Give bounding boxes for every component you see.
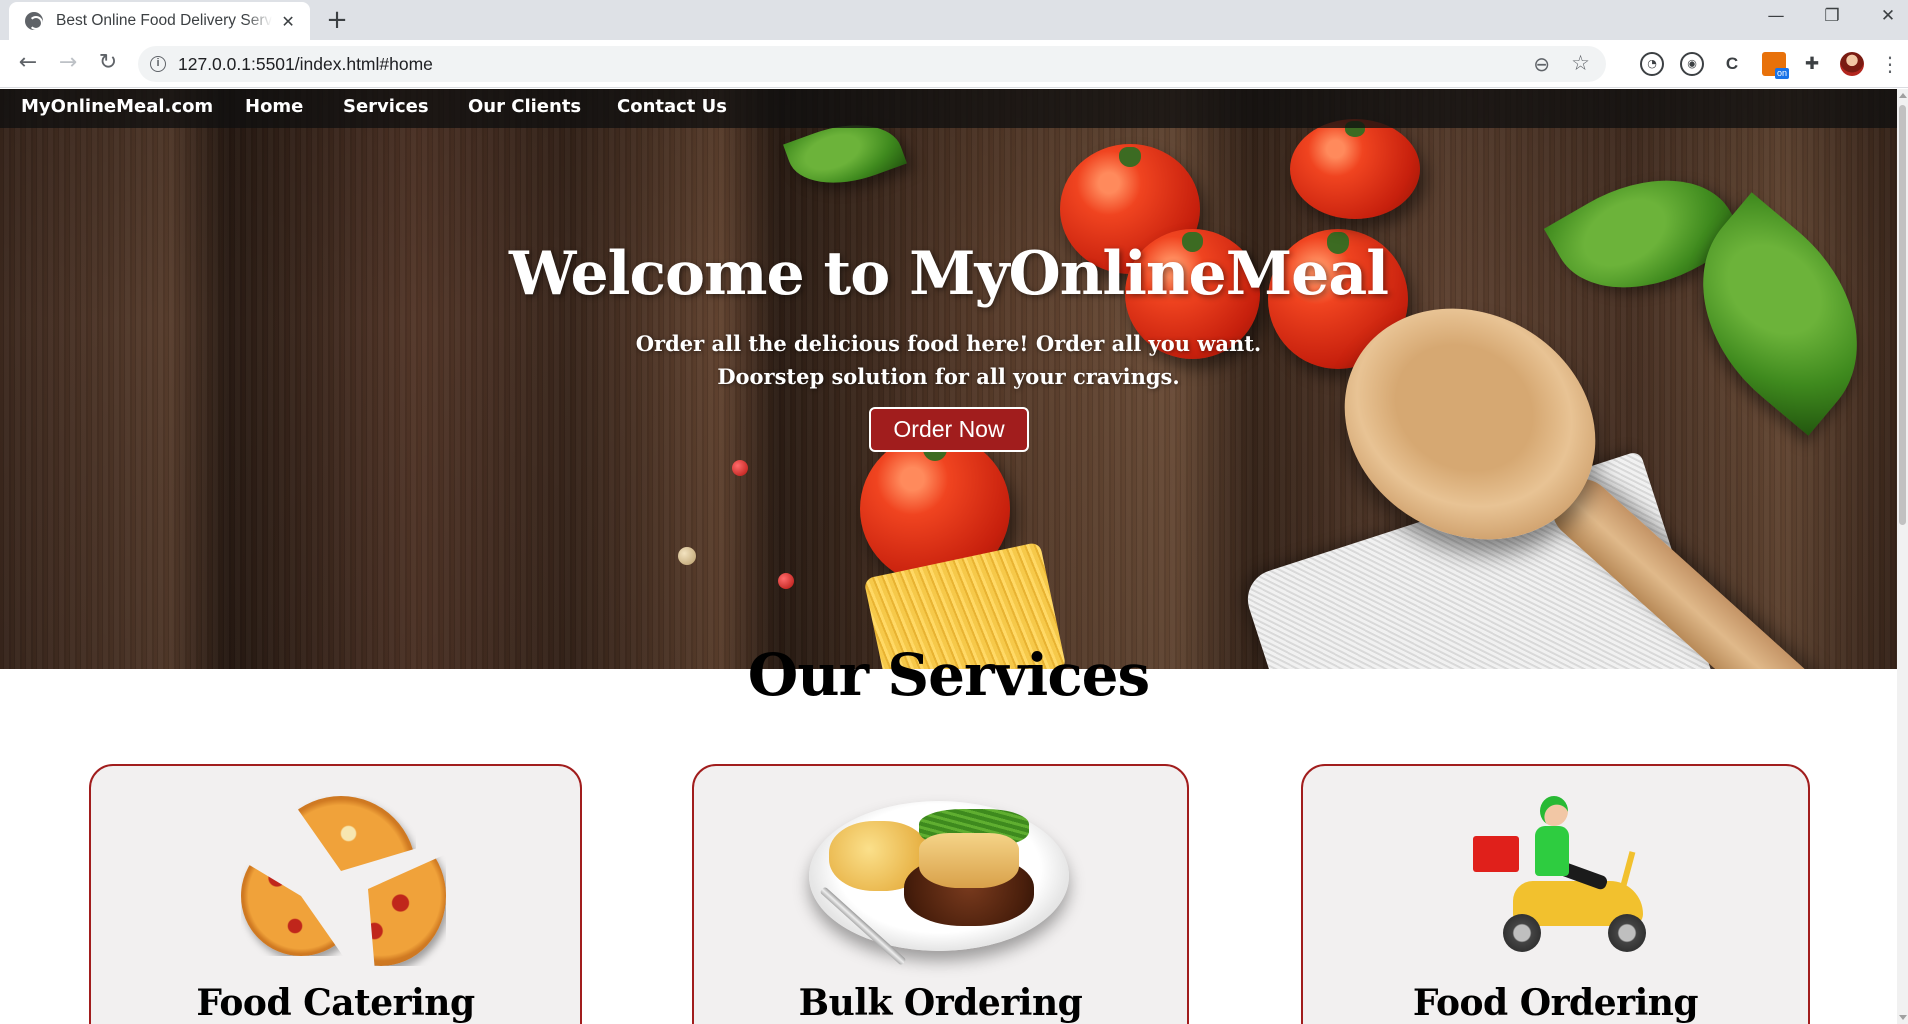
minimize-button[interactable]: — [1761,6,1791,26]
scooter-wheel [1503,914,1541,952]
reload-icon[interactable]: ↻ [94,50,122,76]
card-title: Food Ordering [1412,982,1699,1024]
services-heading: Our Services [747,641,1150,709]
tab-title: Best Online Food Delivery Service [56,12,273,29]
browser-toolbar: ← → ↻ i 127.0.0.1:5501/index.html#home ⊖… [0,40,1908,88]
rider-body [1535,826,1569,876]
site-navbar: MyOnlineMeal.com Home Services Our Clien… [0,89,1897,128]
forward-icon[interactable]: → [54,50,82,76]
fork-icon [819,886,907,966]
hero-section: Welcome to MyOnlineMeal Order all the de… [0,89,1897,669]
card-title: Bulk Ordering [798,982,1083,1024]
pizza-image [221,796,446,966]
brand-link[interactable]: MyOnlineMeal.com [21,96,213,117]
hero-content: Welcome to MyOnlineMeal Order all the de… [0,89,1897,669]
orange-extension-icon[interactable]: on [1762,52,1789,79]
globe-icon [25,12,43,30]
restore-button[interactable]: ❐ [1817,6,1847,26]
card-title: Food Catering [196,982,475,1024]
scooter-wheel [1608,914,1646,952]
url-text[interactable]: 127.0.0.1:5501/index.html#home [178,54,433,75]
scroll-up-arrow-icon[interactable] [1899,93,1907,98]
page-viewport: Welcome to MyOnlineMeal Order all the de… [0,89,1908,1024]
browser-tab[interactable]: Best Online Food Delivery Service ✕ [9,2,310,40]
dashboard-icon[interactable]: ◔ [1640,52,1664,76]
nav-link-home[interactable]: Home [245,96,303,117]
nav-link-contact-us[interactable]: Contact Us [617,96,727,117]
service-card-food-catering[interactable]: Food Catering [89,764,582,1024]
hero-title: Welcome to MyOnlineMeal [509,239,1389,309]
hero-subtitle-line-2: Doorstep solution for all your cravings. [717,364,1180,389]
hero-subtitle-line-1: Order all the delicious food here! Order… [635,331,1262,356]
tab-strip: Best Online Food Delivery Service ✕ + — … [0,0,1908,40]
zoom-icon[interactable]: ⊖ [1533,52,1550,76]
bookmark-star-icon[interactable]: ☆ [1571,51,1590,75]
tab-close-icon[interactable]: ✕ [278,12,298,31]
nav-link-our-clients[interactable]: Our Clients [468,96,581,117]
meal-plate-image [809,801,1069,966]
service-card-bulk-ordering[interactable]: Bulk Ordering [692,764,1189,1024]
avatar[interactable] [1840,52,1864,76]
close-window-button[interactable]: ✕ [1873,6,1903,26]
eye-icon[interactable]: ◉ [1680,52,1704,76]
pie [919,833,1019,888]
c-icon[interactable]: C [1720,52,1744,76]
order-now-button[interactable]: Order Now [869,407,1029,452]
puzzle-icon[interactable]: ✚ [1800,52,1824,76]
page-scrollbar[interactable] [1897,89,1908,1024]
nav-link-services[interactable]: Services [343,96,429,117]
scrollbar-thumb[interactable] [1899,105,1906,525]
menu-icon[interactable]: ⋮ [1878,52,1902,76]
address-bar[interactable]: i 127.0.0.1:5501/index.html#home ⊖ ☆ [138,46,1606,82]
rider-head [1540,796,1568,826]
delivery-scooter-image [1473,796,1653,956]
scroll-down-arrow-icon[interactable] [1899,1015,1907,1020]
new-tab-button[interactable]: + [324,6,350,34]
info-icon[interactable]: i [150,56,166,72]
delivery-box [1473,836,1519,872]
service-card-food-ordering[interactable]: Food Ordering [1301,764,1810,1024]
back-icon[interactable]: ← [14,50,42,76]
